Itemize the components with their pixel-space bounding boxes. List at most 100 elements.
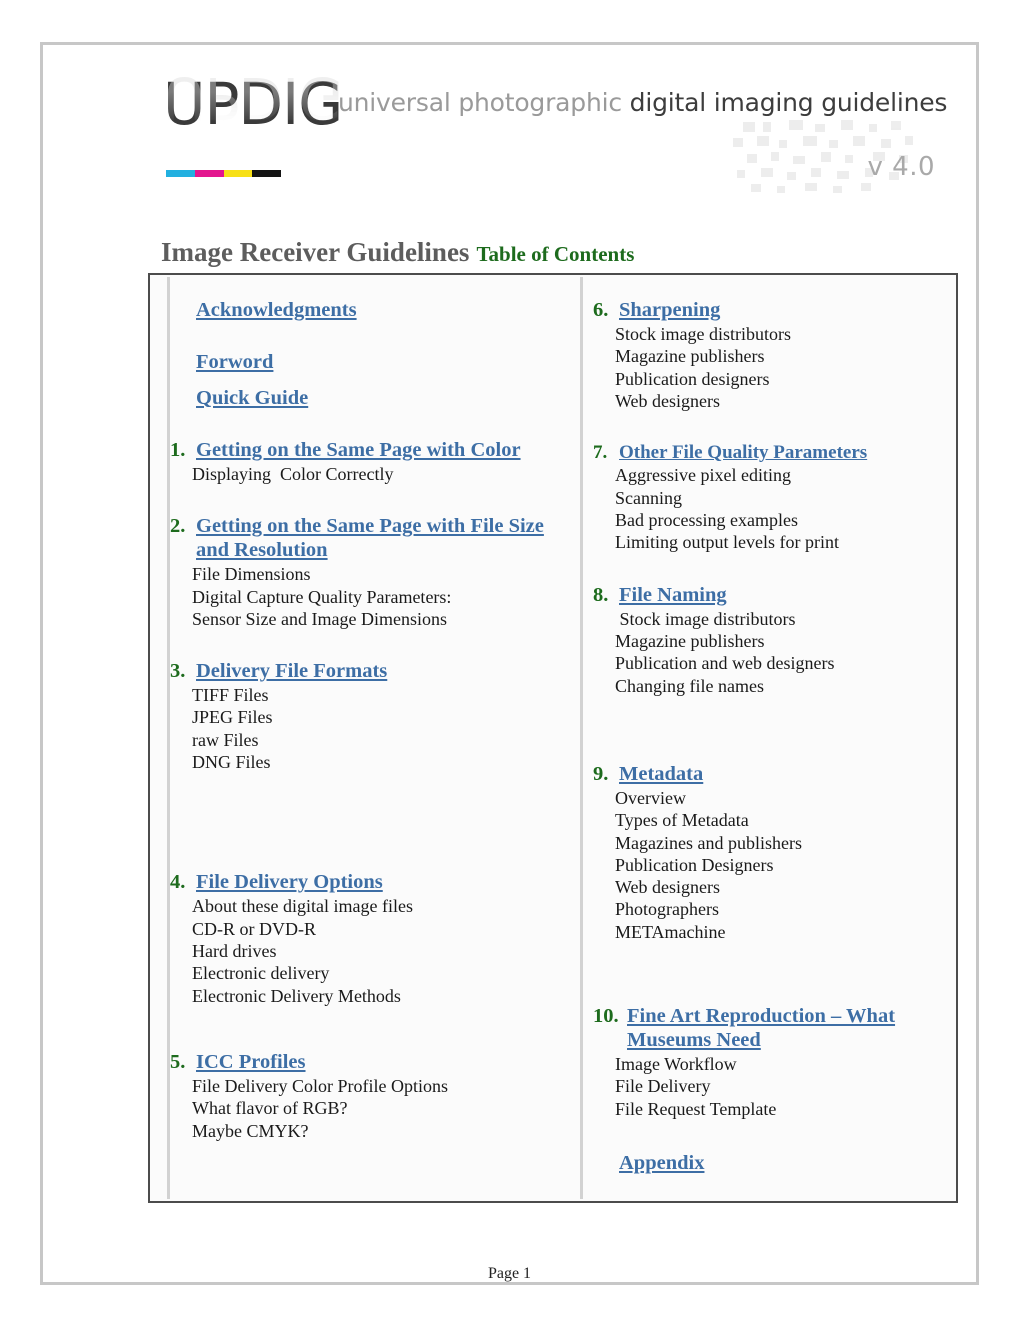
- logo-wordmark-reflection: UPDIG: [163, 64, 343, 132]
- toc-entry: Acknowledgments: [170, 299, 570, 323]
- toc-entry-number: 8.: [593, 583, 614, 606]
- toc-subitem: Electronic Delivery Methods: [192, 985, 401, 1006]
- toc-link[interactable]: Metadata: [619, 763, 703, 787]
- toc-column-left: Acknowledgments Forword Quick Guide 1. Ge…: [170, 277, 583, 1199]
- checker-cell: [869, 124, 877, 132]
- toc-link[interactable]: File Naming: [619, 584, 727, 608]
- toc-subitem: raw Files: [192, 729, 259, 750]
- toc-subitem: Magazine publishers: [615, 346, 765, 367]
- toc-subitem: Web designers: [615, 877, 721, 898]
- checker-cell: [757, 136, 769, 146]
- toc-entry: 7. Other File Quality Parameters Aggressi…: [593, 442, 946, 553]
- table-of-contents: Acknowledgments Forword Quick Guide 1. Ge…: [148, 273, 958, 1203]
- toc-link[interactable]: Forword: [196, 351, 273, 375]
- checker-cell: [837, 171, 849, 179]
- toc-subitem: Publication and web designers: [615, 653, 835, 674]
- toc-subitem: Electronic delivery: [192, 963, 330, 984]
- toc-subitem: File Delivery: [615, 1076, 711, 1097]
- toc-entry-heading: 6. Sharpening: [593, 299, 946, 323]
- toc-subitem: Stock image distributors: [615, 608, 796, 629]
- toc-entry-number: 10.: [593, 1005, 624, 1028]
- toc-entry-number: 1.: [170, 438, 191, 461]
- toc-subitem: DNG Files: [192, 752, 271, 773]
- page-title-sub: Table of Contents: [476, 242, 635, 266]
- toc-link[interactable]: Getting on the Same Page with Color: [196, 439, 521, 463]
- toc-entry-number: 7.: [593, 442, 612, 464]
- toc-subitem: File Dimensions: [192, 564, 311, 585]
- toc-link[interactable]: Acknowledgments: [196, 299, 357, 323]
- page-title-main: Image Receiver Guidelines: [161, 237, 470, 267]
- toc-link[interactable]: Appendix: [619, 1152, 704, 1176]
- checker-cell: [905, 136, 913, 145]
- toc-subitem: File Request Template: [615, 1098, 777, 1119]
- toc-link[interactable]: Quick Guide: [196, 387, 308, 411]
- checker-cell: [811, 168, 821, 177]
- checker-cell: [861, 183, 871, 191]
- toc-link[interactable]: Sharpening: [619, 299, 720, 323]
- toc-entry-heading: 4. File Delivery Options: [170, 871, 570, 895]
- toc-entry-number: 6.: [593, 299, 614, 321]
- checker-cell: [821, 152, 831, 162]
- toc-link[interactable]: Fine Art Reproduction – What Museums Nee…: [627, 1005, 946, 1053]
- toc-entry: 1. Getting on the Same Page with Color Di…: [170, 439, 570, 485]
- toc-link[interactable]: ICC Profiles: [196, 1051, 306, 1075]
- toc-subitem: Aggressive pixel editing: [615, 465, 791, 486]
- checker-cell: [737, 170, 745, 178]
- toc-entry-number: 5.: [170, 1050, 191, 1073]
- toc-subitem: Publication designers: [615, 368, 770, 389]
- toc-subitem: File Delivery Color Profile Options: [192, 1075, 448, 1096]
- cmyk-swatch-black: [252, 170, 281, 177]
- toc-subitem: Publication Designers: [615, 854, 774, 875]
- toc-entry-number-spacer: [593, 1152, 619, 1176]
- logo-tagline-light: universal photographic: [338, 88, 630, 117]
- toc-subitem: CD-R or DVD-R: [192, 918, 316, 939]
- cmyk-color-bar: [166, 170, 281, 177]
- toc-entry-number: 2.: [170, 515, 191, 538]
- checker-cell: [771, 152, 779, 161]
- page-frame: UPDIG UPDIG universal photographic digit…: [40, 42, 979, 1285]
- checker-cell: [761, 168, 773, 177]
- toc-subitem: Digital Capture Quality Parameters:: [192, 586, 452, 607]
- checker-cell: [815, 124, 825, 132]
- toc-entry-heading: 8. File Naming: [593, 584, 946, 608]
- toc-entry-number: 9.: [593, 762, 614, 785]
- toc-subitem: About these digital image files: [192, 896, 413, 917]
- checker-cell: [805, 183, 817, 191]
- checker-cell: [743, 122, 755, 132]
- checker-cell: [779, 140, 787, 148]
- toc-entry-number-spacer: [170, 351, 196, 375]
- toc-subitem: Bad processing examples: [615, 510, 798, 531]
- footer-page-number: Page 1: [487, 1265, 532, 1282]
- toc-entry-heading: 10. Fine Art Reproduction – What Museums…: [593, 1005, 946, 1053]
- checker-cell: [841, 120, 853, 130]
- checker-cell: [733, 138, 743, 147]
- cmyk-swatch-yellow: [223, 170, 253, 177]
- toc-subitem: What flavor of RGB?: [192, 1098, 348, 1119]
- toc-subitem: Changing file names: [615, 675, 764, 696]
- toc-entry: Quick Guide: [170, 387, 570, 411]
- toc-entry-heading: Appendix: [593, 1152, 946, 1176]
- toc-entry-heading: 9. Metadata: [593, 763, 946, 787]
- toc-entry-heading: 1. Getting on the Same Page with Color: [170, 439, 570, 463]
- checker-cell: [789, 120, 803, 130]
- toc-entry-heading: Forword: [170, 351, 570, 375]
- checker-cell: [833, 186, 842, 193]
- toc-inner-frame: Acknowledgments Forword Quick Guide 1. Ge…: [167, 277, 954, 1199]
- checker-cell: [793, 156, 805, 164]
- toc-subitem: JPEG Files: [192, 707, 273, 728]
- toc-link[interactable]: File Delivery Options: [196, 871, 383, 895]
- toc-link[interactable]: Getting on the Same Page with File Size …: [196, 515, 570, 563]
- toc-link[interactable]: Other File Quality Parameters: [619, 442, 867, 464]
- toc-entry: Appendix: [593, 1152, 946, 1176]
- page-title: Image Receiver Guidelines Table of Conten…: [161, 237, 634, 268]
- checker-cell: [891, 121, 901, 130]
- logo-tagline: universal photographic digital imaging g…: [338, 88, 947, 117]
- toc-entry-heading: 7. Other File Quality Parameters: [593, 442, 946, 464]
- checker-cell: [853, 136, 865, 146]
- toc-entry-heading: Acknowledgments: [170, 299, 570, 323]
- toc-entry-number-spacer: [170, 387, 196, 411]
- toc-entry-heading: 5. ICC Profiles: [170, 1051, 570, 1075]
- toc-link[interactable]: Delivery File Formats: [196, 660, 387, 684]
- checker-cell: [803, 136, 817, 146]
- toc-entry: 2. Getting on the Same Page with File Si…: [170, 515, 570, 630]
